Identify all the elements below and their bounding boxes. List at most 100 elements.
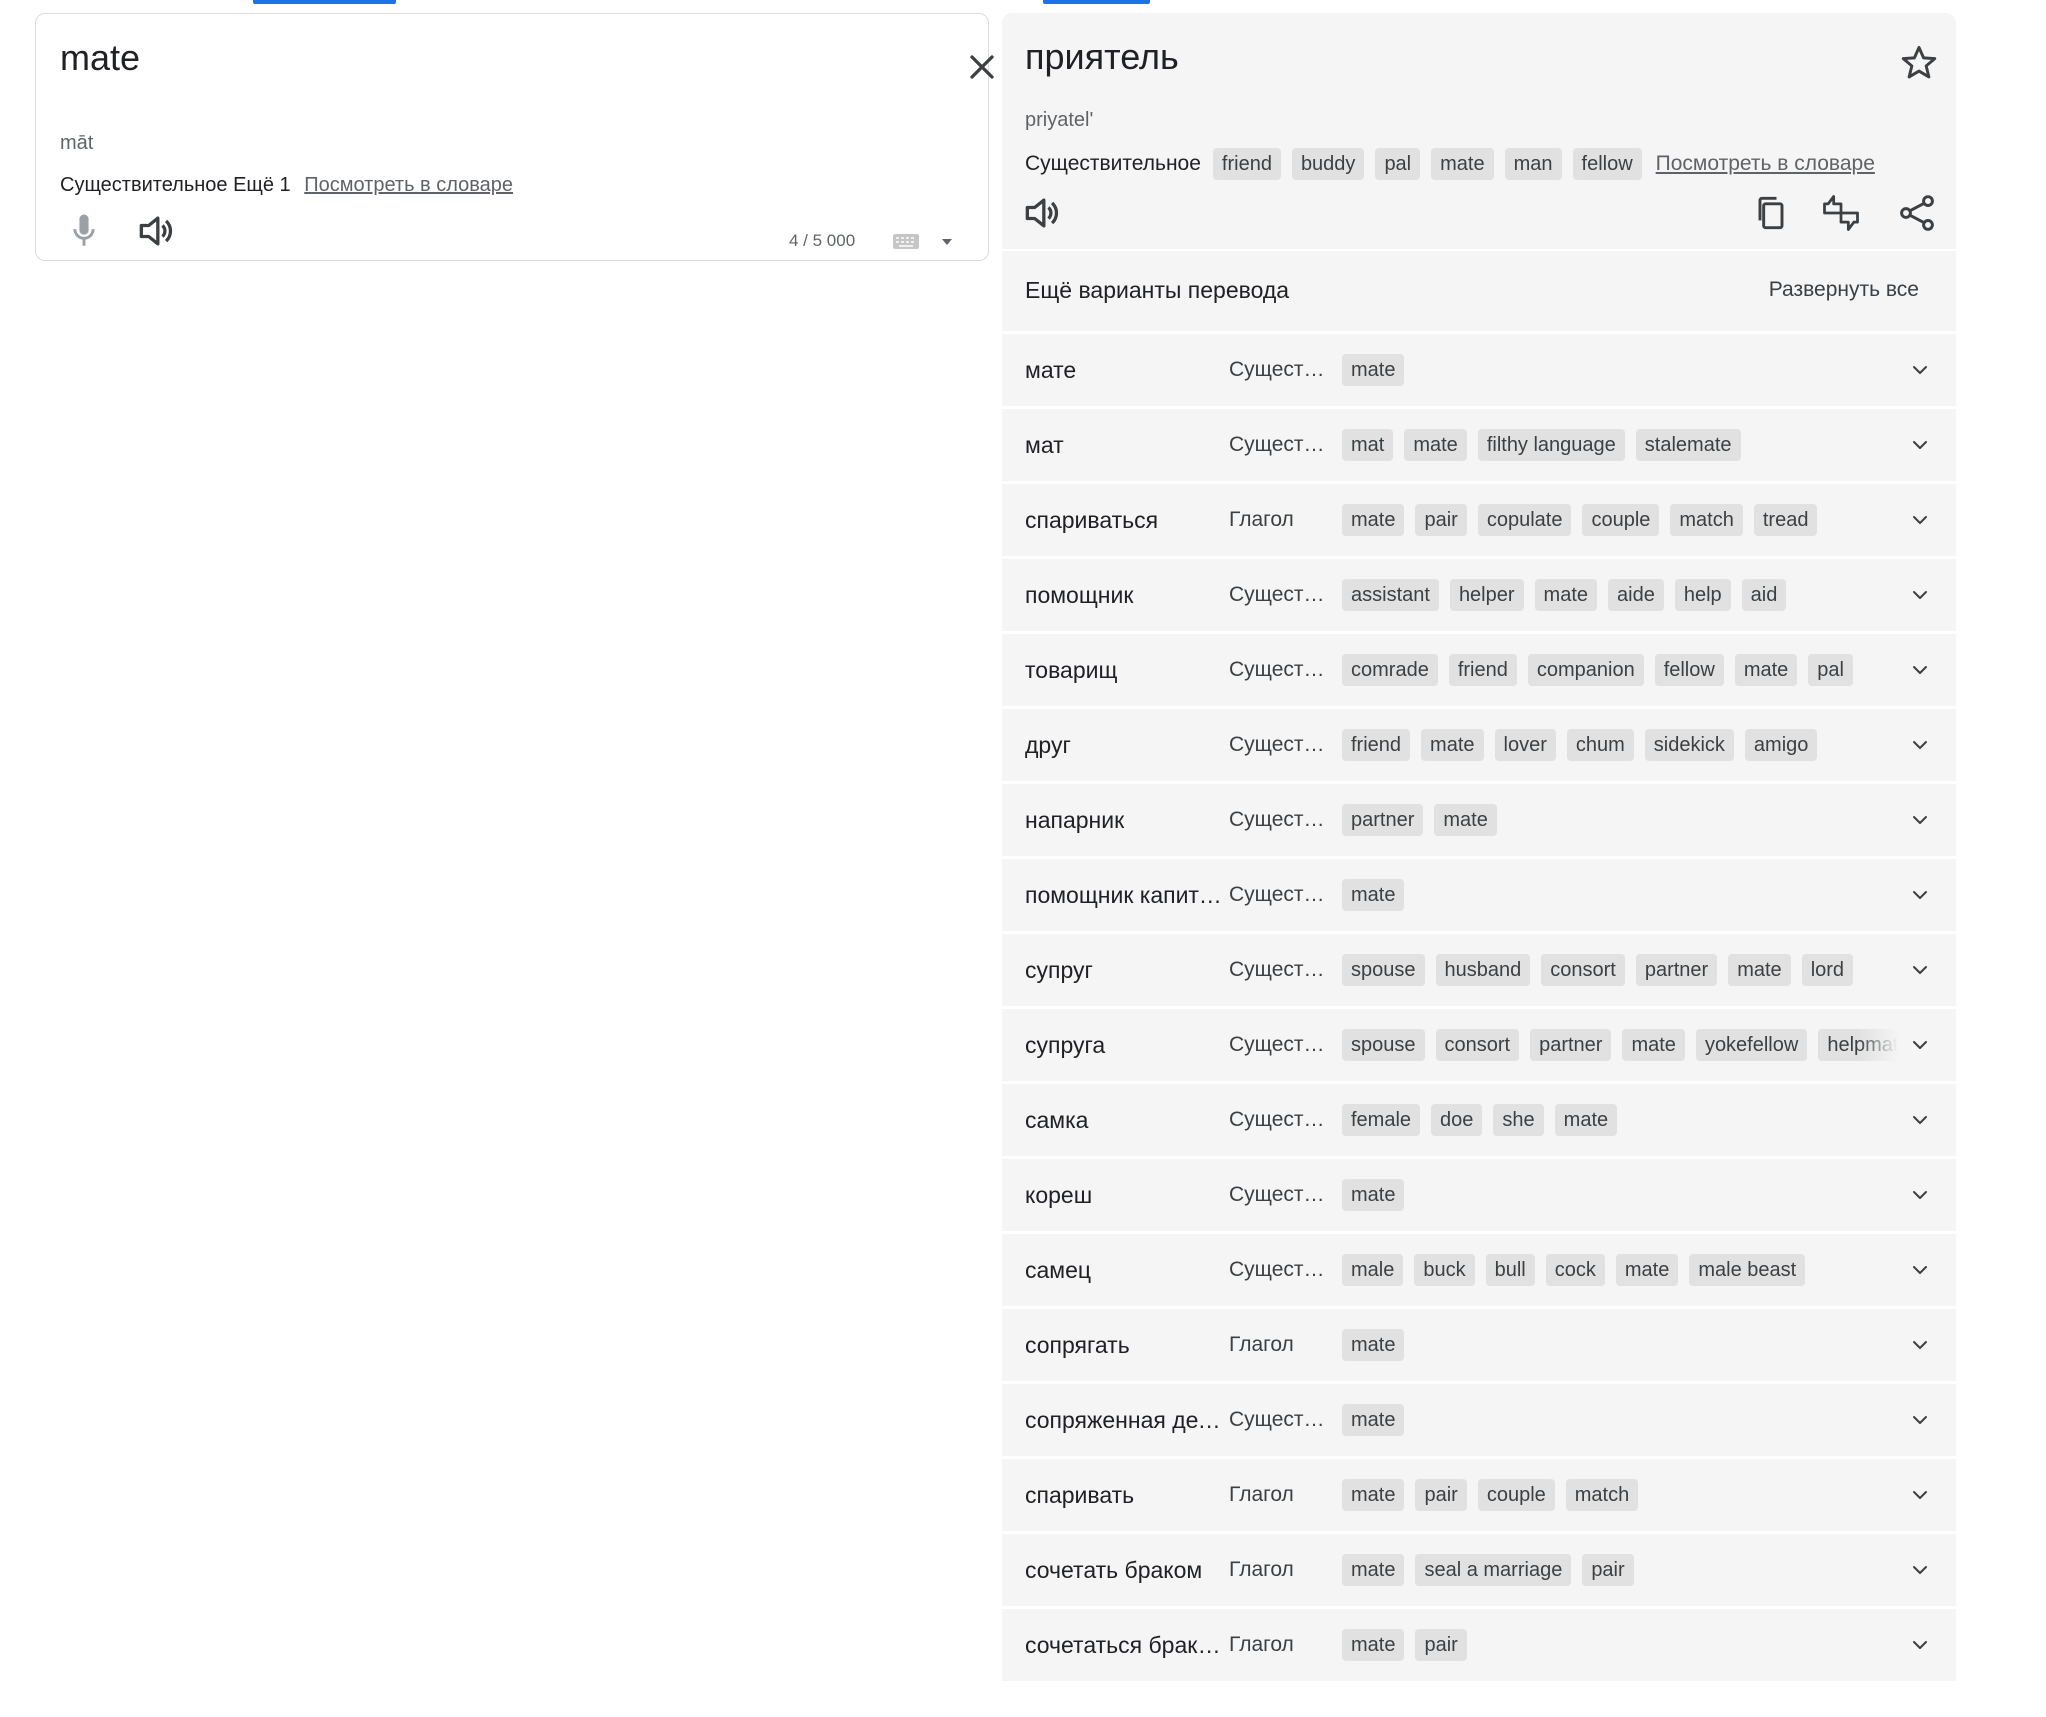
- copy-translation-button[interactable]: [1749, 191, 1793, 235]
- alternative-row[interactable]: супруга Существительное spouse consort partn…: [1002, 1009, 1956, 1081]
- back-translation-chip[interactable]: mate: [1615, 1254, 1679, 1286]
- chevron-down-icon[interactable]: [1908, 1333, 1932, 1357]
- back-translation-chip[interactable]: helpmate: [1818, 1029, 1898, 1061]
- chevron-down-icon[interactable]: [1908, 883, 1932, 907]
- back-translation-chip[interactable]: mate: [1734, 654, 1798, 686]
- back-translation-chip[interactable]: female: [1342, 1104, 1421, 1136]
- back-translation-chip[interactable]: partner: [1530, 1029, 1612, 1061]
- back-translation-chip[interactable]: copulate: [1477, 504, 1572, 536]
- back-translation-chip[interactable]: buck: [1414, 1254, 1475, 1286]
- target-dictionary-link[interactable]: Посмотреть в словаре: [1656, 152, 1875, 176]
- back-translation-chip[interactable]: seal a marriage: [1415, 1554, 1572, 1586]
- back-translation-chip[interactable]: pair: [1415, 504, 1467, 536]
- chevron-down-icon[interactable]: [1908, 508, 1932, 532]
- chevron-down-icon[interactable]: [1908, 958, 1932, 982]
- chevron-down-icon[interactable]: [1908, 1483, 1932, 1507]
- back-translation-chip[interactable]: match: [1670, 504, 1743, 536]
- source-text-input[interactable]: mate: [60, 34, 140, 82]
- back-translation-chip[interactable]: she: [1493, 1104, 1544, 1136]
- alternative-row[interactable]: сочетаться браком Глагол mate pair: [1002, 1609, 1956, 1681]
- rate-translation-button[interactable]: [1819, 191, 1863, 235]
- back-translation-chip[interactable]: couple: [1582, 504, 1660, 536]
- back-translation-chip[interactable]: husband: [1435, 954, 1531, 986]
- alternative-row[interactable]: кореш Существительное mate: [1002, 1159, 1956, 1231]
- input-tools-button[interactable]: [891, 225, 957, 255]
- back-translation-chip[interactable]: mate: [1622, 1029, 1685, 1061]
- voice-input-button[interactable]: [62, 209, 106, 253]
- source-dictionary-link[interactable]: Посмотреть в словаре: [304, 174, 513, 196]
- alternative-row[interactable]: напарник Существительное partner mate: [1002, 784, 1956, 856]
- dictionary-chip[interactable]: friend: [1212, 148, 1281, 180]
- alternative-row[interactable]: помощник капитанаСуществительное mate: [1002, 859, 1956, 931]
- alternative-row[interactable]: мат Существительное matmate filthy language…: [1002, 409, 1956, 481]
- back-translation-chip[interactable]: mate: [1554, 1104, 1618, 1136]
- dictionary-chip[interactable]: man: [1504, 148, 1562, 180]
- alternative-row[interactable]: самка Существительное female doeshemate: [1002, 1084, 1956, 1156]
- back-translation-chip[interactable]: consort: [1435, 1029, 1520, 1061]
- alternative-row[interactable]: супруг Существительное spouse husband consor…: [1002, 934, 1956, 1006]
- back-translation-chip[interactable]: mate: [1342, 1554, 1405, 1586]
- back-translation-chip[interactable]: assistant: [1342, 579, 1439, 611]
- dictionary-chip[interactable]: mate: [1431, 148, 1494, 180]
- back-translation-chip[interactable]: mate: [1342, 354, 1405, 386]
- back-translation-chip[interactable]: mate: [1534, 579, 1598, 611]
- back-translation-chip[interactable]: mat: [1342, 429, 1394, 461]
- back-translation-chip[interactable]: mate: [1342, 504, 1405, 536]
- chevron-down-icon[interactable]: [1908, 358, 1932, 382]
- chevron-down-icon[interactable]: [1908, 658, 1932, 682]
- source-listen-button[interactable]: [134, 209, 178, 253]
- back-translation-chip[interactable]: amigo: [1744, 729, 1818, 761]
- back-translation-chip[interactable]: pair: [1415, 1629, 1467, 1661]
- expand-all-button[interactable]: Развернуть все: [1769, 278, 1919, 302]
- back-translation-chip[interactable]: consort: [1541, 954, 1625, 986]
- chevron-down-icon[interactable]: [1908, 1633, 1932, 1657]
- chevron-down-icon[interactable]: [1908, 1108, 1932, 1132]
- alternative-row[interactable]: мате Существительное mate: [1002, 334, 1956, 406]
- back-translation-chip[interactable]: mate: [1342, 1329, 1405, 1361]
- chevron-down-icon[interactable]: [1908, 433, 1932, 457]
- chevron-down-icon[interactable]: [1908, 1258, 1932, 1282]
- back-translation-chip[interactable]: male: [1342, 1254, 1404, 1286]
- back-translation-chip[interactable]: friend: [1448, 654, 1517, 686]
- back-translation-chip[interactable]: partner: [1635, 954, 1718, 986]
- back-translation-chip[interactable]: couple: [1477, 1479, 1555, 1511]
- target-listen-button[interactable]: [1020, 191, 1064, 235]
- share-translation-button[interactable]: [1895, 191, 1939, 235]
- back-translation-chip[interactable]: bull: [1485, 1254, 1535, 1286]
- alternative-row[interactable]: сопрягать Глагол mate: [1002, 1309, 1956, 1381]
- back-translation-chip[interactable]: male beast: [1689, 1254, 1806, 1286]
- chevron-down-icon[interactable]: [1908, 808, 1932, 832]
- back-translation-chip[interactable]: aid: [1741, 579, 1787, 611]
- alternative-row[interactable]: спариваться Глагол mate pair copulate couple m…: [1002, 484, 1956, 556]
- back-translation-chip[interactable]: aide: [1608, 579, 1664, 611]
- back-translation-chip[interactable]: friend: [1342, 729, 1411, 761]
- back-translation-chip[interactable]: cock: [1545, 1254, 1605, 1286]
- back-translation-chip[interactable]: fellow: [1654, 654, 1724, 686]
- back-translation-chip[interactable]: mate: [1342, 1629, 1405, 1661]
- chevron-down-icon[interactable]: [1908, 1183, 1932, 1207]
- back-translation-chip[interactable]: sidekick: [1644, 729, 1734, 761]
- alternative-row[interactable]: друг Существительное friend mate lover chumsi…: [1002, 709, 1956, 781]
- alternative-row[interactable]: сопряженная детальСуществительное mate: [1002, 1384, 1956, 1456]
- back-translation-chip[interactable]: mate: [1342, 1479, 1405, 1511]
- chevron-down-icon[interactable]: [1908, 1558, 1932, 1582]
- back-translation-chip[interactable]: mate: [1404, 429, 1467, 461]
- back-translation-chip[interactable]: mate: [1342, 879, 1405, 911]
- back-translation-chip[interactable]: doe: [1431, 1104, 1483, 1136]
- back-translation-chip[interactable]: comrade: [1342, 654, 1438, 686]
- chevron-down-icon[interactable]: [1908, 1408, 1932, 1432]
- back-translation-chip[interactable]: tread: [1753, 504, 1818, 536]
- alternative-row[interactable]: спаривать Глагол mate pair couple match: [1002, 1459, 1956, 1531]
- chevron-down-icon[interactable]: [1908, 583, 1932, 607]
- alternative-row[interactable]: сочетать браком Глагол mate seal a marriage…: [1002, 1534, 1956, 1606]
- back-translation-chip[interactable]: mate: [1728, 954, 1791, 986]
- save-translation-button[interactable]: [1897, 41, 1941, 85]
- dictionary-chip[interactable]: buddy: [1291, 148, 1365, 180]
- back-translation-chip[interactable]: helper: [1449, 579, 1524, 611]
- back-translation-chip[interactable]: filthy language: [1477, 429, 1625, 461]
- back-translation-chip[interactable]: partner: [1342, 804, 1424, 836]
- back-translation-chip[interactable]: mate: [1421, 729, 1484, 761]
- chevron-down-icon[interactable]: [1908, 733, 1932, 757]
- back-translation-chip[interactable]: companion: [1527, 654, 1644, 686]
- back-translation-chip[interactable]: stalemate: [1635, 429, 1741, 461]
